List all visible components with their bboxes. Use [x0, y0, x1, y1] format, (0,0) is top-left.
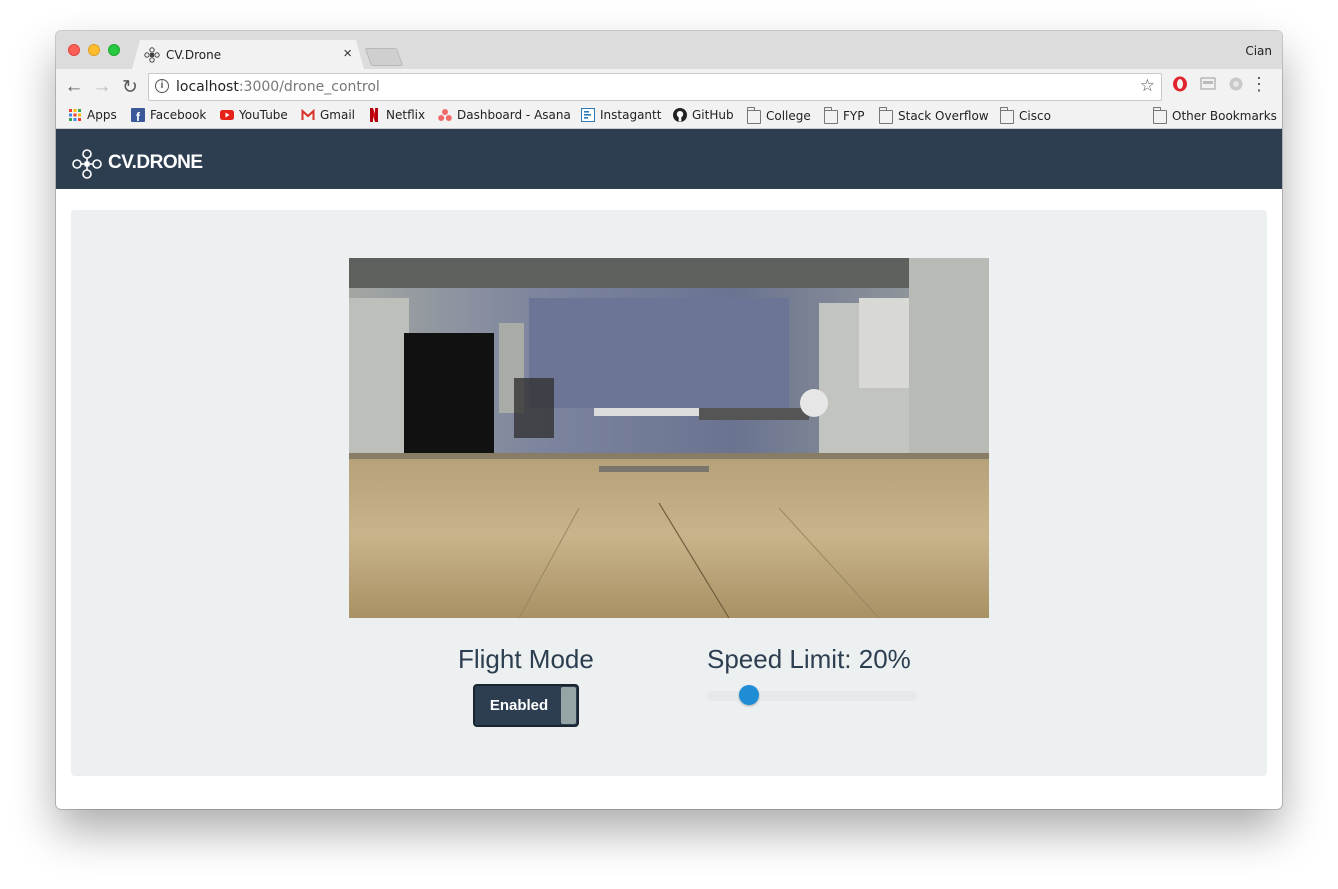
- toggle-knob[interactable]: [561, 687, 576, 724]
- extension-icon[interactable]: [1228, 76, 1244, 92]
- bookmarks-bar: Apps f Facebook YouTube Gmail Netflix Da…: [56, 106, 1282, 127]
- bookmark-label: College: [766, 109, 811, 123]
- app-brand[interactable]: CV.DRONE: [108, 152, 203, 174]
- github-icon: [673, 108, 687, 122]
- bookmark-label: Facebook: [150, 108, 207, 122]
- url-path: :3000/drone_control: [238, 79, 380, 95]
- url-text[interactable]: localhost:3000/drone_control: [176, 79, 380, 95]
- bookmark-label: GitHub: [692, 108, 734, 122]
- folder-icon: [1153, 107, 1167, 124]
- speed-limit-label: Speed Limit: 20%: [707, 644, 911, 674]
- bookmark-gmail[interactable]: Gmail: [301, 108, 355, 122]
- folder-icon: [879, 107, 893, 124]
- facebook-icon: f: [131, 108, 145, 122]
- bookmark-label: Cisco: [1019, 109, 1051, 123]
- bookmark-label: Netflix: [386, 108, 426, 122]
- apps-grid-icon: [69, 109, 81, 121]
- bookmark-label: Stack Overflow: [898, 109, 989, 123]
- maximize-window-button[interactable]: [108, 44, 120, 56]
- close-window-button[interactable]: [68, 44, 80, 56]
- bookmark-github[interactable]: GitHub: [673, 108, 734, 122]
- bookmark-label: FYP: [843, 109, 865, 123]
- browser-menu-icon[interactable]: ⋮: [1250, 74, 1268, 95]
- bookmark-label: Instagantt: [600, 108, 662, 122]
- folder-icon: [747, 107, 761, 124]
- tab-cv-drone[interactable]: CV.Drone ×: [132, 40, 364, 69]
- folder-icon: [1000, 107, 1014, 124]
- bookmark-label: Apps: [87, 108, 117, 122]
- minimize-window-button[interactable]: [88, 44, 100, 56]
- asana-icon: [438, 109, 452, 121]
- url-host: localhost: [176, 79, 239, 95]
- bookmark-folder-fyp[interactable]: FYP: [824, 107, 865, 124]
- flight-mode-toggle[interactable]: Enabled: [473, 684, 579, 727]
- bookmark-folder-stack-overflow[interactable]: Stack Overflow: [879, 107, 989, 124]
- bookmark-netflix[interactable]: Netflix: [367, 108, 425, 122]
- forward-arrow-icon[interactable]: →: [92, 76, 112, 98]
- bookmark-instagantt[interactable]: Instagantt: [581, 108, 661, 122]
- bookmark-folder-cisco[interactable]: Cisco: [1000, 107, 1051, 124]
- bookmark-facebook[interactable]: f Facebook: [131, 108, 206, 122]
- bookmark-asana[interactable]: Dashboard - Asana: [438, 108, 571, 122]
- flight-mode-label: Flight Mode: [458, 644, 594, 674]
- drone-favicon-icon: [144, 47, 160, 63]
- gmail-icon: [301, 108, 315, 120]
- browser-toolbar: ← → ↻ i localhost:3000/drone_control ☆ ⋮: [56, 69, 1282, 129]
- bookmark-folder-other[interactable]: Other Bookmarks: [1153, 107, 1277, 124]
- drone-logo-icon[interactable]: [71, 148, 103, 180]
- bookmark-label: Dashboard - Asana: [457, 108, 571, 122]
- bookmark-label: Other Bookmarks: [1172, 109, 1277, 123]
- instagantt-icon: [581, 108, 595, 122]
- netflix-icon: [370, 108, 378, 122]
- address-bar[interactable]: i localhost:3000/drone_control ☆: [148, 73, 1162, 101]
- bookmark-apps[interactable]: Apps: [68, 108, 117, 122]
- rss-extension-icon[interactable]: [1200, 76, 1216, 92]
- control-panel: Flight Mode Enabled Speed Limit: 20%: [71, 210, 1267, 776]
- bookmark-youtube[interactable]: YouTube: [220, 108, 288, 122]
- browser-window: CV.Drone × Cian ← → ↻ i localhost:3000/d…: [56, 31, 1282, 809]
- bookmark-label: Gmail: [320, 108, 356, 122]
- folder-icon: [824, 107, 838, 124]
- title-bar: CV.Drone × Cian: [56, 31, 1282, 69]
- info-icon[interactable]: i: [155, 79, 169, 93]
- bookmark-star-icon[interactable]: ☆: [1140, 76, 1155, 96]
- back-arrow-icon[interactable]: ←: [64, 76, 84, 98]
- profile-name[interactable]: Cian: [1245, 44, 1272, 58]
- youtube-icon: [220, 110, 234, 120]
- new-tab-button[interactable]: [364, 48, 404, 66]
- flight-mode-state: Enabled: [489, 697, 549, 714]
- tab-title: CV.Drone: [166, 48, 222, 62]
- drone-camera-feed: [349, 258, 989, 618]
- opera-extension-icon[interactable]: [1172, 76, 1188, 92]
- bookmark-label: YouTube: [239, 108, 288, 122]
- bookmark-folder-college[interactable]: College: [747, 107, 811, 124]
- tab-close-icon[interactable]: ×: [343, 45, 352, 62]
- speed-limit-slider-handle[interactable]: [738, 685, 759, 705]
- app-navbar: CV.DRONE: [56, 129, 1282, 189]
- reload-icon[interactable]: ↻: [120, 76, 140, 99]
